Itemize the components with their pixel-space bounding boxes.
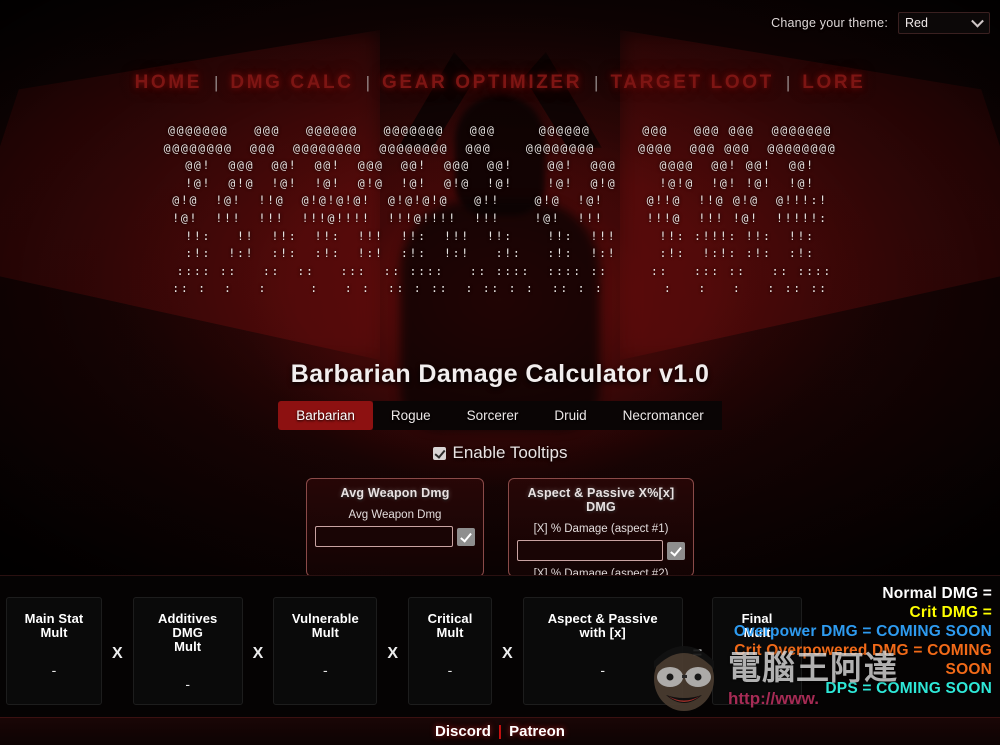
mult-title-line2: Mult <box>436 624 464 640</box>
nav-separator: | <box>785 73 791 92</box>
field-row-aspect-1 <box>517 540 685 561</box>
mult-title-line2: Mult <box>40 624 68 640</box>
mult-cell-critical: Critical Mult - <box>408 596 493 705</box>
footer-link-discord[interactable]: Discord <box>435 723 491 740</box>
field-label-aspect-1: [X] % Damage (aspect #1) <box>533 523 669 535</box>
panel-aspect-passive-dmg: Aspect & Passive X%[x] DMG [X] % Damage … <box>508 478 694 577</box>
damage-line-normal: Normal DMG = <box>882 585 992 602</box>
nav-separator: | <box>213 73 219 92</box>
mult-title-line1: Aspect & Passive <box>547 610 658 626</box>
demon-head-decor <box>455 95 545 215</box>
avg-weapon-dmg-input[interactable] <box>315 526 453 547</box>
operator-times: X <box>387 644 399 662</box>
nav-separator: | <box>365 73 371 92</box>
field-row-avg-weapon-dmg <box>315 526 475 547</box>
nav-item-lore[interactable]: LORE <box>802 72 865 94</box>
nav-item-target-loot[interactable]: TARGET LOOT <box>610 72 773 94</box>
theme-bar: Change your theme: Red <box>771 12 990 34</box>
mult-cell-vulnerable: Vulnerable Mult - <box>273 596 378 705</box>
operator-times: X <box>502 644 513 662</box>
tab-barbarian[interactable]: Barbarian <box>278 401 373 430</box>
aspect-1-damage-input[interactable] <box>517 540 663 561</box>
enable-tooltips-checkbox[interactable] <box>432 446 446 460</box>
tab-rogue[interactable]: Rogue <box>372 401 449 430</box>
tab-sorcerer[interactable]: Sorcerer <box>448 401 537 430</box>
damage-line-crit-overpowered: Crit Overpowered DMG = COMING SOON <box>734 642 992 678</box>
mult-title-line2: Mult <box>311 624 339 640</box>
chevron-down-icon <box>971 14 984 28</box>
demon-horn-right-decor <box>524 52 602 148</box>
mult-cell-additives-dmg: Additives DMG Mult - <box>132 596 243 705</box>
mult-cell-aspect-passive: Aspect & Passive with [x] - <box>522 596 683 705</box>
class-tabs: Barbarian Rogue Sorcerer Druid Necromanc… <box>0 401 1000 430</box>
theme-label: Change your theme: <box>771 16 888 30</box>
panel-title-aspect-passive-dmg: Aspect & Passive X%[x] DMG <box>527 486 675 514</box>
mult-title-line1: Critical <box>427 610 473 626</box>
mult-title-line2: with [x] <box>579 624 626 640</box>
mult-title-line1: Additives DMG <box>157 610 218 640</box>
mult-value: - <box>600 661 606 678</box>
enable-tooltips-label: Enable Tooltips <box>452 443 568 462</box>
footer: Discord | Patreon <box>0 717 1000 745</box>
nav-item-gear-optimizer[interactable]: GEAR OPTIMIZER <box>382 72 582 94</box>
operator-times: X <box>112 644 123 662</box>
mult-title-line1: Vulnerable <box>291 610 359 626</box>
nav-item-home[interactable]: HOME <box>135 72 202 94</box>
mult-title-line2: Mult <box>174 638 202 654</box>
app-root: Change your theme: Red HOME | DMG CALC |… <box>0 0 1000 745</box>
page-title: Barbarian Damage Calculator v1.0 <box>290 360 710 388</box>
results-bar: Main Stat Mult - X Additives DMG Mult - … <box>0 575 1000 717</box>
nav-separator: | <box>594 73 599 92</box>
damage-line-crit: Crit DMG = <box>909 604 992 621</box>
damage-line-dps: DPS = COMING SOON <box>825 680 992 697</box>
panel-title-avg-weapon-dmg: Avg Weapon Dmg <box>340 486 450 500</box>
theme-select[interactable]: Red <box>898 12 990 34</box>
avg-weapon-dmg-checkbox[interactable] <box>457 527 475 546</box>
footer-separator: | <box>497 723 503 740</box>
mult-value: - <box>323 661 328 678</box>
theme-select-value: Red <box>905 16 928 30</box>
panel-avg-weapon-dmg: Avg Weapon Dmg Avg Weapon Dmg <box>306 478 484 577</box>
mult-value: - <box>447 661 453 678</box>
field-label-avg-weapon-dmg: Avg Weapon Dmg <box>348 509 442 521</box>
tab-necromancer[interactable]: Necromancer <box>604 401 722 430</box>
multiplier-row: Main Stat Mult - X Additives DMG Mult - … <box>0 576 803 717</box>
tab-druid[interactable]: Druid <box>536 401 605 430</box>
aspect-1-checkbox[interactable] <box>667 541 685 560</box>
mult-value: - <box>185 675 190 692</box>
mult-title-line1: Main Stat <box>24 610 84 626</box>
enable-tooltips-row: Enable Tooltips <box>0 443 1000 463</box>
main-nav: HOME | DMG CALC | GEAR OPTIMIZER | TARGE… <box>0 72 1000 94</box>
mult-cell-main-stat: Main Stat Mult - <box>6 596 102 705</box>
damage-line-overpower: Overpower DMG = COMING SOON <box>733 623 992 640</box>
operator-times: X <box>252 644 264 662</box>
mult-value: - <box>51 661 57 678</box>
demon-body-decor <box>400 200 600 430</box>
nav-item-dmg-calc[interactable]: DMG CALC <box>230 72 353 94</box>
demon-horn-left-decor <box>398 52 476 148</box>
footer-link-patreon[interactable]: Patreon <box>509 723 565 740</box>
input-panels: Avg Weapon Dmg Avg Weapon Dmg Aspect & P… <box>0 478 1000 577</box>
damage-readout: Normal DMG = Crit DMG = Overpower DMG = … <box>692 584 992 698</box>
